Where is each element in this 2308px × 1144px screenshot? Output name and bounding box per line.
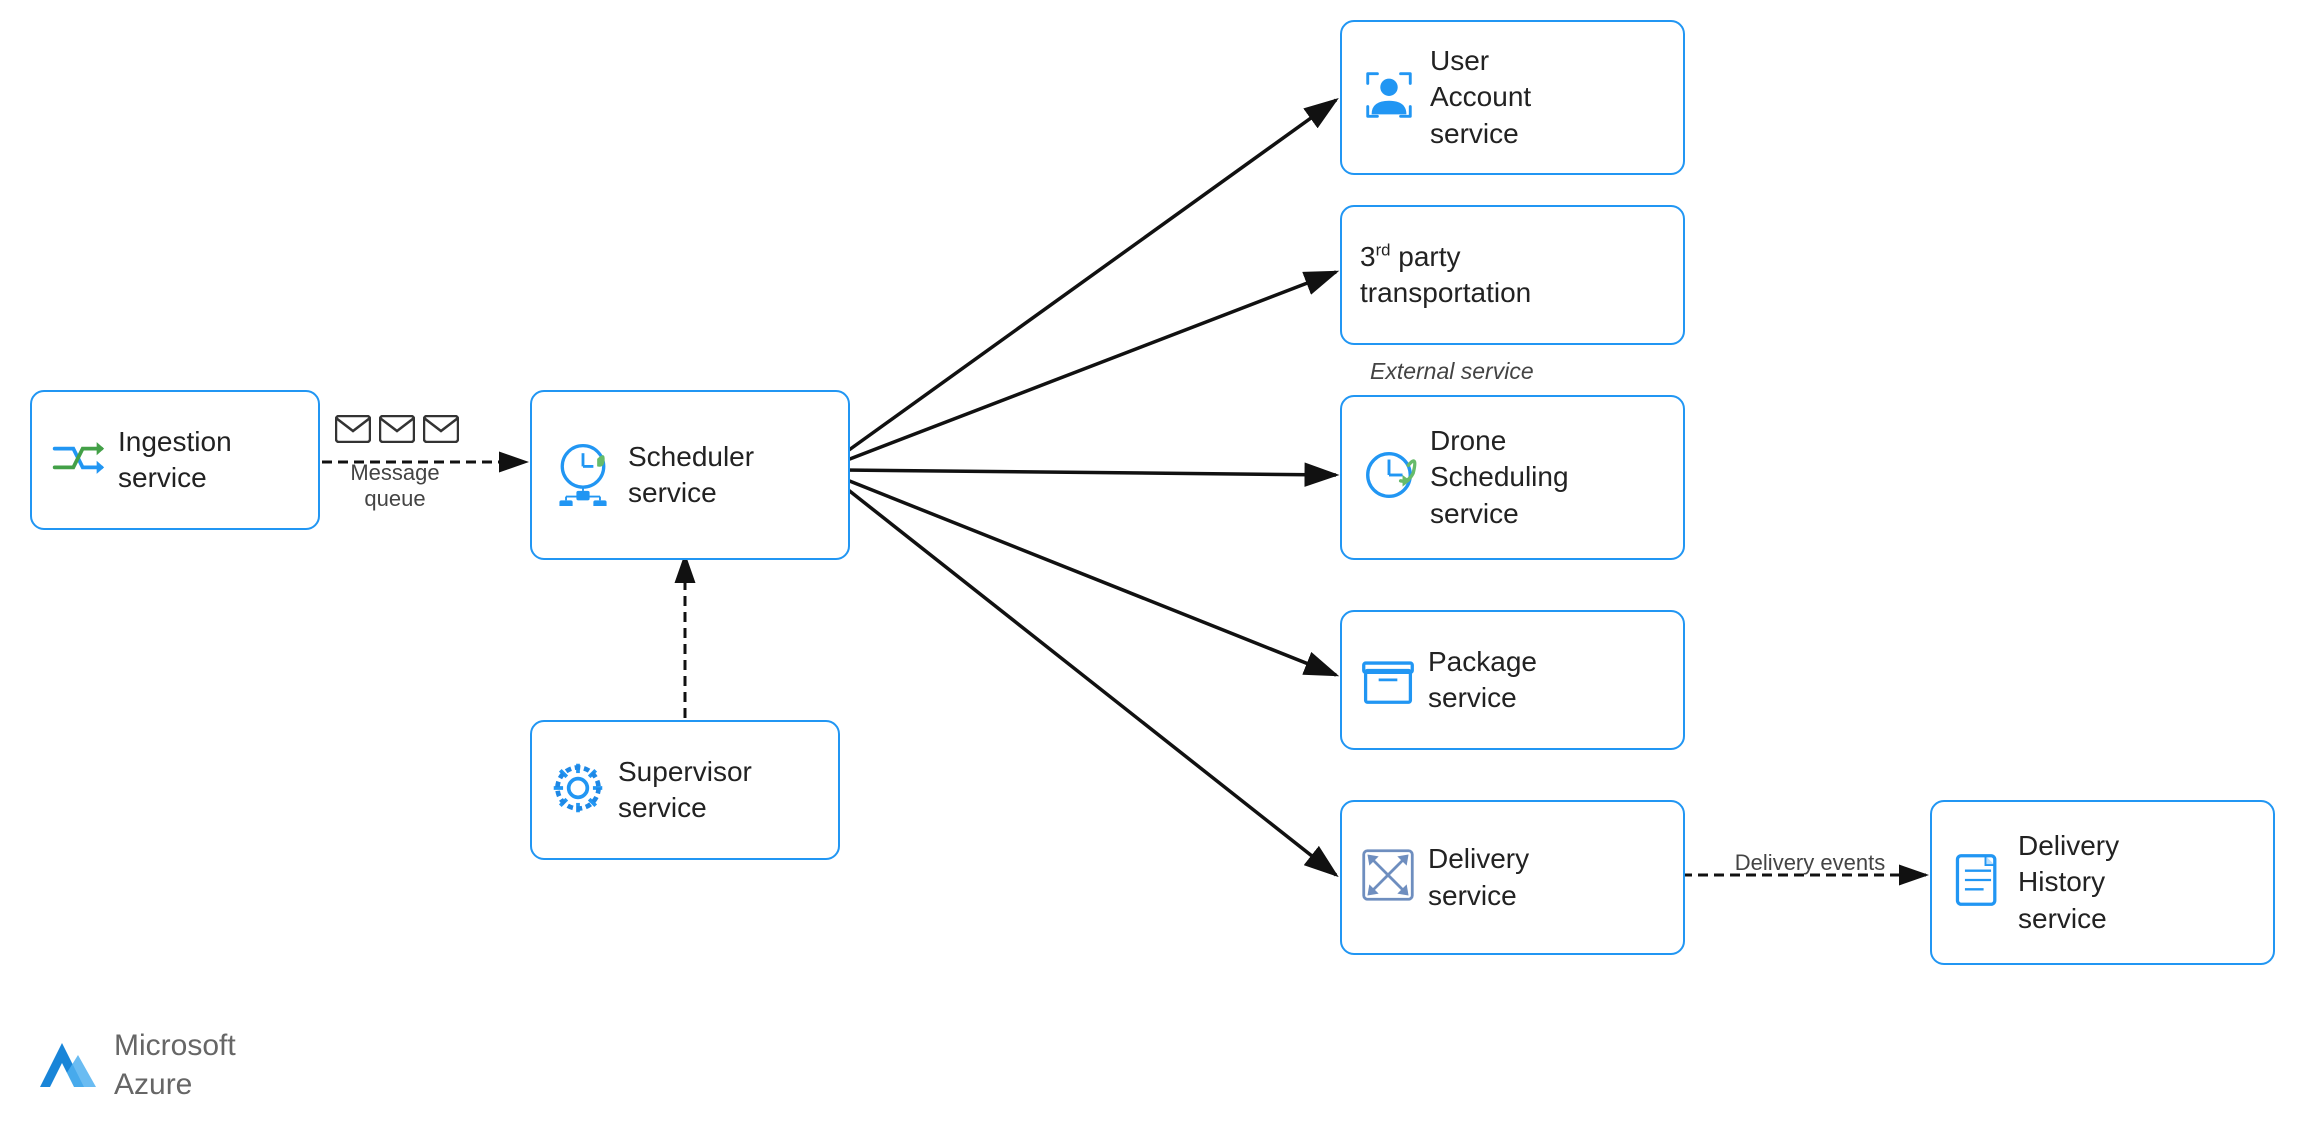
delivery-history-service-box: DeliveryHistoryservice [1930, 800, 2275, 965]
third-party-service-label: 3rd partytransportation [1360, 239, 1531, 312]
package-service-label: Packageservice [1428, 644, 1537, 717]
package-icon [1360, 650, 1416, 711]
drone-scheduling-icon [1360, 446, 1418, 509]
message-queue-icons [335, 415, 459, 443]
scheduler-icon [550, 440, 616, 511]
drone-scheduling-service-box: DroneSchedulingservice [1340, 395, 1685, 560]
scheduler-service-label: Schedulerservice [628, 439, 754, 512]
delivery-service-label: Deliveryservice [1428, 841, 1529, 914]
user-account-icon [1360, 66, 1418, 129]
supervisor-service-box: Supervisorservice [530, 720, 840, 860]
user-account-service-box: UserAccountservice [1340, 20, 1685, 175]
third-party-service-box: 3rd partytransportation [1340, 205, 1685, 345]
ingestion-service-box: Ingestionservice [30, 390, 320, 530]
delivery-events-label: Delivery events [1705, 850, 1915, 876]
external-service-label: External service [1370, 358, 1534, 385]
user-account-service-label: UserAccountservice [1430, 43, 1531, 152]
package-service-box: Packageservice [1340, 610, 1685, 750]
supervisor-icon [550, 760, 606, 821]
azure-logo: MicrosoftAzure [40, 1026, 236, 1104]
ingestion-service-label: Ingestionservice [118, 424, 232, 497]
azure-logo-text: MicrosoftAzure [114, 1026, 236, 1104]
message-queue-label: Messagequeue [335, 460, 455, 512]
delivery-service-box: Deliveryservice [1340, 800, 1685, 955]
drone-scheduling-service-label: DroneSchedulingservice [1430, 423, 1569, 532]
supervisor-service-label: Supervisorservice [618, 754, 752, 827]
scheduler-service-box: Schedulerservice [530, 390, 850, 560]
delivery-icon [1360, 847, 1416, 908]
azure-icon [40, 1035, 100, 1095]
delivery-history-service-label: DeliveryHistoryservice [2018, 828, 2119, 937]
ingestion-icon [50, 430, 106, 491]
delivery-history-icon [1950, 852, 2006, 913]
